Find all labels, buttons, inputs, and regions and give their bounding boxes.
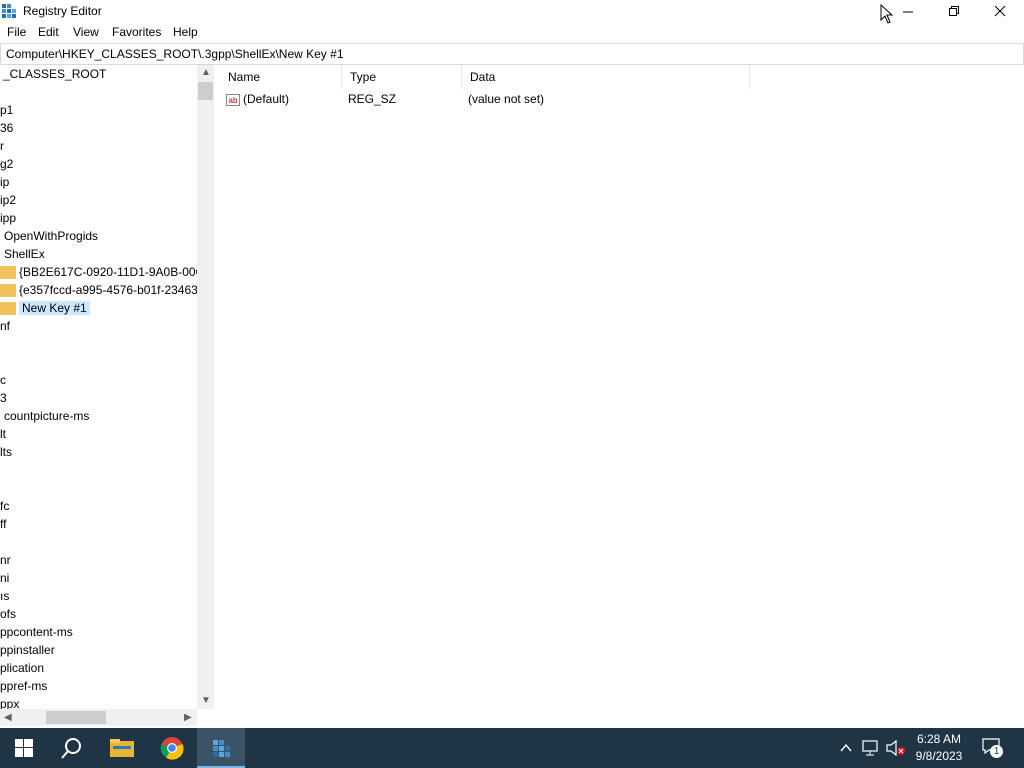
folder-icon xyxy=(0,284,16,298)
tree-item[interactable]: 3 xyxy=(0,389,7,407)
scroll-down-icon[interactable]: ▼ xyxy=(201,695,211,706)
network-icon[interactable] xyxy=(862,740,880,756)
tree-item[interactable]: g2 xyxy=(0,155,13,173)
chrome-icon xyxy=(160,737,184,760)
file-explorer-icon xyxy=(110,739,134,757)
folder-icon xyxy=(0,266,16,280)
clock-date[interactable]: 9/8/2023 xyxy=(908,749,970,763)
tree-item[interactable]: ppinstaller xyxy=(0,641,55,659)
tree-item[interactable]: ShellEx xyxy=(4,245,45,263)
chevron-up-icon[interactable] xyxy=(840,742,852,754)
tree-item[interactable]: ip2 xyxy=(0,191,16,209)
tree-item[interactable]: fc xyxy=(0,497,9,515)
tree-item[interactable]: _CLASSES_ROOT xyxy=(3,65,106,83)
registry-editor-icon xyxy=(2,4,16,18)
menu-bar: File Edit View Favorites Help xyxy=(0,23,1024,42)
close-button[interactable] xyxy=(977,0,1023,23)
tree-item[interactable]: ppcontent-ms xyxy=(0,623,73,641)
tree-item[interactable]: OpenWithProgids xyxy=(4,227,98,245)
file-explorer-button[interactable] xyxy=(98,728,146,768)
registry-tree[interactable]: _CLASSES_ROOT p1 36 r g2 ip ip2 ipp Open… xyxy=(0,65,214,727)
scroll-up-icon[interactable]: ▲ xyxy=(201,67,211,78)
tree-item[interactable]: lts xyxy=(0,443,12,461)
tree-vertical-scrollbar[interactable]: ▲ ▼ xyxy=(197,65,214,709)
tree-item[interactable]: r xyxy=(0,137,4,155)
menu-file[interactable]: File xyxy=(7,25,26,39)
tree-item[interactable]: {e357fccd-a995-4576-b01f-234630 xyxy=(0,281,204,299)
close-icon xyxy=(994,6,1005,17)
column-header-data[interactable]: Data xyxy=(462,65,750,89)
tree-item[interactable]: nf xyxy=(0,317,10,335)
window-title: Registry Editor xyxy=(23,4,102,18)
tree-horizontal-scrollbar[interactable]: ◀ ▶ xyxy=(0,709,197,726)
menu-edit[interactable]: Edit xyxy=(38,25,59,39)
scroll-thumb[interactable] xyxy=(46,711,106,724)
tree-item[interactable]: ıs xyxy=(0,587,9,605)
notification-badge: 1 xyxy=(990,745,1003,758)
folder-icon xyxy=(0,302,16,316)
tree-item[interactable]: nr xyxy=(0,551,11,569)
tree-item[interactable]: 36 xyxy=(0,119,13,137)
tree-item[interactable]: c xyxy=(0,371,6,389)
start-button[interactable] xyxy=(0,728,48,768)
value-row-data: (value not set) xyxy=(468,92,545,106)
minimize-icon xyxy=(902,11,913,13)
menu-help[interactable]: Help xyxy=(173,25,198,39)
tree-item[interactable]: ff xyxy=(0,515,6,533)
search-icon xyxy=(61,738,81,759)
tree-item[interactable]: ni xyxy=(0,569,9,587)
menu-view[interactable]: View xyxy=(73,25,99,39)
volume-muted-icon[interactable] xyxy=(886,740,906,756)
mouse-cursor-icon xyxy=(880,4,893,24)
column-header-type[interactable]: Type xyxy=(342,65,462,89)
value-row-type: REG_SZ xyxy=(348,92,397,106)
search-button[interactable] xyxy=(48,728,96,768)
string-value-icon: ab xyxy=(226,93,240,106)
scroll-right-icon[interactable]: ▶ xyxy=(184,712,192,723)
tree-item[interactable]: {BB2E617C-0920-11D1-9A0B-00C0 xyxy=(0,263,211,281)
values-pane[interactable]: Name Type Data ab (Default) REG_SZ (value… xyxy=(220,65,1024,727)
tree-item[interactable]: ofs xyxy=(0,605,16,623)
scroll-left-icon[interactable]: ◀ xyxy=(4,712,12,723)
restore-button[interactable] xyxy=(931,0,977,23)
action-center-button[interactable]: 1 xyxy=(982,738,1004,758)
taskbar: 6:28 AM 9/8/2023 1 xyxy=(0,728,1024,768)
title-bar: Registry Editor xyxy=(0,0,1024,23)
tree-item-selected[interactable]: New Key #1 xyxy=(0,299,90,317)
scroll-thumb[interactable] xyxy=(198,82,213,100)
windows-logo-icon xyxy=(15,739,33,757)
tree-item[interactable]: ip xyxy=(0,173,9,191)
address-text[interactable]: Computer\HKEY_CLASSES_ROOT\.3gpp\ShellEx… xyxy=(6,47,344,61)
menu-favorites[interactable]: Favorites xyxy=(112,25,161,39)
tree-item[interactable]: plication xyxy=(0,659,44,677)
tree-item[interactable]: ppref-ms xyxy=(0,677,47,695)
registry-editor-icon xyxy=(213,740,230,757)
value-row-name[interactable]: ab (Default) xyxy=(226,89,289,109)
tree-item[interactable]: ipp xyxy=(0,209,16,227)
address-bar[interactable]: Computer\HKEY_CLASSES_ROOT\.3gpp\ShellEx… xyxy=(0,43,1024,65)
restore-icon xyxy=(948,6,959,16)
tree-item[interactable]: countpicture-ms xyxy=(4,407,89,425)
registry-editor-taskbar-button[interactable] xyxy=(197,728,245,768)
column-header-name[interactable]: Name xyxy=(220,65,342,89)
tree-item[interactable]: p1 xyxy=(0,101,13,119)
clock-time[interactable]: 6:28 AM xyxy=(908,732,970,746)
tree-item[interactable]: lt xyxy=(0,425,6,443)
chrome-button[interactable] xyxy=(148,728,196,768)
